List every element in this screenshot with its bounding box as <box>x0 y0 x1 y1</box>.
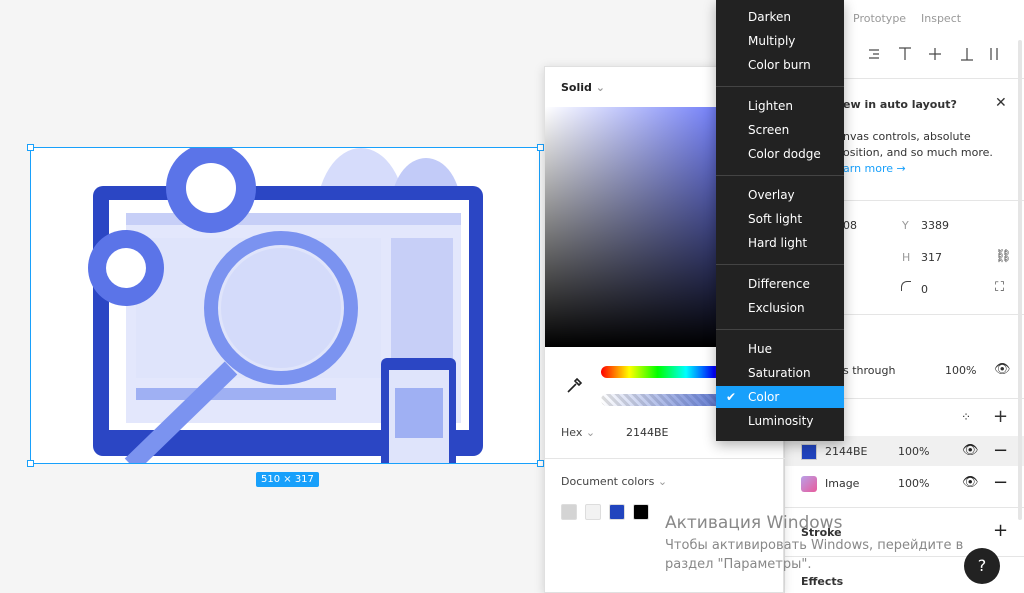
menu-item-overlay[interactable]: Overlay <box>716 184 844 206</box>
y-value[interactable]: 3389 <box>921 219 949 232</box>
fill-type-select[interactable]: Solid ⌄ <box>561 81 605 94</box>
banner-title: ew in auto layout? <box>843 98 957 111</box>
menu-item-hard-light[interactable]: Hard light <box>716 232 844 254</box>
menu-item-color-label: Color <box>748 390 780 404</box>
x-value[interactable]: 08 <box>843 219 857 232</box>
tab-prototype[interactable]: Prototype <box>853 12 906 25</box>
banner-text-1: nvas controls, absolute <box>843 130 971 143</box>
menu-separator <box>716 86 844 87</box>
menu-item-hue[interactable]: Hue <box>716 338 844 360</box>
document-color-swatch[interactable] <box>561 504 577 520</box>
color-format-select[interactable]: Hex ⌄ <box>561 426 595 439</box>
close-icon[interactable]: ✕ <box>995 95 1007 111</box>
illustration-image <box>88 148 483 463</box>
document-color-swatch[interactable] <box>633 504 649 520</box>
independent-corners-icon[interactable]: ⛶ <box>995 280 1004 295</box>
fill-hex[interactable]: 2144BE <box>825 445 868 458</box>
watermark-line-1: Чтобы активировать Windows, перейдите в <box>665 538 964 553</box>
layer-blend-mode[interactable]: s through <box>843 364 895 377</box>
chevron-down-icon: ⌄ <box>657 475 668 488</box>
resize-handle[interactable] <box>537 460 544 467</box>
resize-handle[interactable] <box>27 144 34 151</box>
color-format-label: Hex <box>561 426 583 439</box>
menu-item-exclusion[interactable]: Exclusion <box>716 297 844 319</box>
menu-item-luminosity[interactable]: Luminosity <box>716 410 844 432</box>
chevron-down-icon: ⌄ <box>595 81 605 94</box>
menu-item-difference[interactable]: Difference <box>716 273 844 295</box>
align-tools[interactable] <box>865 46 1015 62</box>
menu-item-lighten[interactable]: Lighten <box>716 95 844 117</box>
eye-icon[interactable]: 👁 <box>962 443 979 458</box>
menu-item-darken[interactable]: Darken <box>716 6 844 28</box>
eyedropper-icon[interactable] <box>565 377 583 395</box>
resize-handle[interactable] <box>537 144 544 151</box>
resize-handle[interactable] <box>27 460 34 467</box>
panel-scrollbar[interactable] <box>1018 40 1022 520</box>
menu-item-saturation[interactable]: Saturation <box>716 362 844 384</box>
image-fill-label[interactable]: Image <box>825 477 859 490</box>
h-value[interactable]: 317 <box>921 251 942 264</box>
fill-type-label: Solid <box>561 81 592 94</box>
learn-more-link[interactable]: arn more → <box>843 162 906 175</box>
effects-section-label: Effects <box>801 575 844 588</box>
watermark-line-2: раздел "Параметры". <box>665 557 812 572</box>
menu-separator <box>716 175 844 176</box>
remove-fill-icon[interactable]: − <box>993 440 1008 461</box>
eye-icon[interactable]: 👁 <box>994 362 1011 377</box>
tab-inspect[interactable]: Inspect <box>921 12 961 25</box>
checkmark-icon: ✔ <box>726 390 737 404</box>
fill-color-swatch[interactable] <box>801 444 817 460</box>
blend-mode-menu: Darken Multiply Color burn Lighten Scree… <box>716 0 844 441</box>
h-label: H <box>902 251 911 264</box>
constrain-proportions-icon[interactable]: ⛓ <box>995 249 1012 264</box>
selected-frame[interactable] <box>30 147 540 464</box>
menu-separator <box>716 264 844 265</box>
size-badge: 510 × 317 <box>256 472 319 487</box>
document-color-swatch[interactable] <box>609 504 625 520</box>
y-label: Y <box>902 219 909 232</box>
divider <box>545 458 785 459</box>
chevron-down-icon: ⌄ <box>585 426 596 439</box>
image-fill-thumbnail[interactable] <box>801 476 817 492</box>
document-color-swatch[interactable] <box>585 504 601 520</box>
document-colors-label: Document colors <box>561 475 655 488</box>
eye-icon[interactable]: 👁 <box>962 475 979 490</box>
radius-value[interactable]: 0 <box>921 283 928 296</box>
document-colors-select[interactable]: Document colors ⌄ <box>561 475 667 488</box>
fill-opacity[interactable]: 100% <box>898 445 929 458</box>
help-button[interactable]: ? <box>964 548 1000 584</box>
menu-separator <box>716 329 844 330</box>
menu-item-color-burn[interactable]: Color burn <box>716 54 844 76</box>
hex-input[interactable]: 2144BE <box>626 426 669 439</box>
menu-item-multiply[interactable]: Multiply <box>716 30 844 52</box>
add-fill-icon[interactable]: + <box>993 406 1008 427</box>
layer-opacity[interactable]: 100% <box>945 364 976 377</box>
menu-item-soft-light[interactable]: Soft light <box>716 208 844 230</box>
corner-radius-icon <box>901 281 911 291</box>
menu-item-color[interactable]: ✔ Color <box>716 386 844 408</box>
banner-text-2: osition, and so much more. <box>843 146 993 159</box>
image-fill-opacity[interactable]: 100% <box>898 477 929 490</box>
watermark-title: Активация Windows <box>665 513 843 533</box>
menu-item-screen[interactable]: Screen <box>716 119 844 141</box>
menu-item-color-dodge[interactable]: Color dodge <box>716 143 844 165</box>
add-stroke-icon[interactable]: + <box>993 520 1008 541</box>
styles-icon[interactable]: ⁘ <box>961 410 971 424</box>
remove-fill-icon[interactable]: − <box>993 472 1008 493</box>
